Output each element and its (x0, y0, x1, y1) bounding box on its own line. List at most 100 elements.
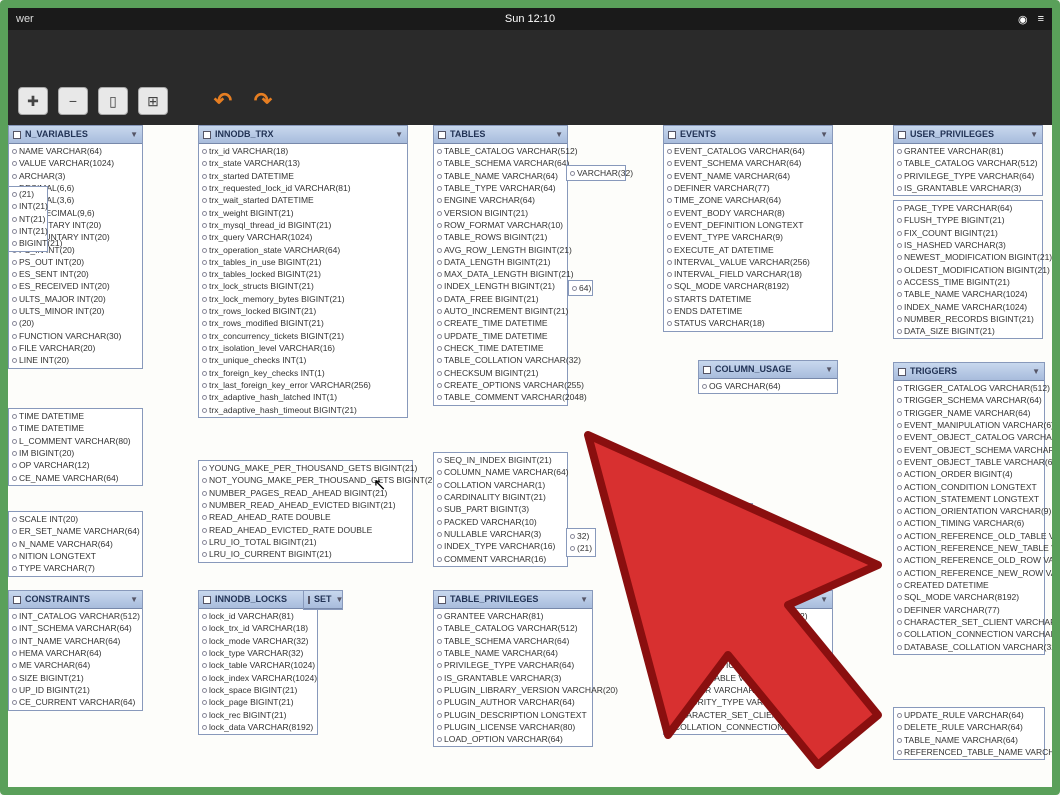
column-row[interactable]: INT_CATALOG VARCHAR(512) (9, 610, 142, 622)
column-row[interactable]: READ_AHEAD_RATE DOUBLE (199, 511, 412, 523)
column-row[interactable]: trx_mysql_thread_id BIGINT(21) (199, 219, 407, 231)
column-row[interactable]: lock_id VARCHAR(81) (199, 610, 317, 622)
column-row[interactable]: FUNCTION VARCHAR(30) (9, 330, 142, 342)
table-column-usage[interactable]: COLUMN_USAGE▼ OG VARCHAR(64) (698, 360, 838, 394)
column-row[interactable]: TIME DATETIME (9, 422, 142, 434)
column-row[interactable]: READ_AHEAD_EVICTED_RATE DOUBLE (199, 524, 412, 536)
column-row[interactable]: DATA_LENGTH BIGINT(21) (434, 256, 567, 268)
column-row[interactable]: trx_concurrency_tickets BIGINT(21) (199, 330, 407, 342)
column-row[interactable]: INT_NAME VARCHAR(64) (9, 635, 142, 647)
column-row[interactable]: SQL_MODE VARCHAR(8192) (894, 591, 1044, 603)
column-row[interactable]: trx_unique_checks INT(1) (199, 354, 407, 366)
column-row[interactable]: IS_HASHED VARCHAR(3) (894, 239, 1042, 251)
column-row[interactable]: TABLE_NAME VARCHAR(64) (434, 647, 592, 659)
column-row[interactable]: NUMBER_READ_AHEAD_EVICTED BIGINT(21) (199, 499, 412, 511)
column-row[interactable]: CHECKSUM BIGINT(21) (434, 367, 567, 379)
column-row[interactable]: ACTION_ORIENTATION VARCHAR(9) (894, 505, 1044, 517)
column-row[interactable]: COLLATION VARCHAR(1) (434, 479, 567, 491)
table-innodb-trx[interactable]: INNODB_TRX▼ trx_id VARCHAR(18)trx_state … (198, 125, 408, 418)
column-row[interactable]: trx_weight BIGINT(21) (199, 207, 407, 219)
column-row[interactable]: SIZE BIGINT(21) (9, 672, 142, 684)
table-innodb-locks[interactable]: INNODB_LOCKS▼ lock_id VARCHAR(81)lock_tr… (198, 590, 318, 735)
column-row[interactable]: REFERENCED_TABLE_NAME VARCHAR (894, 746, 1044, 758)
table-views[interactable]: VIEWS▼ TABLE_CATALOG VARCHAR(512)TABLE_S… (663, 590, 833, 735)
column-row[interactable]: NITION LONGTEXT (9, 550, 142, 562)
table-fragment-4[interactable]: SEQ_IN_INDEX BIGINT(21)COLUMN_NAME VARCH… (433, 452, 568, 567)
column-row[interactable]: EVENT_OBJECT_TABLE VARCHAR(64) (894, 456, 1044, 468)
column-row[interactable]: IS_UPDATABLE VARCHAR(3) (664, 672, 832, 684)
column-row[interactable]: lock_trx_id VARCHAR(18) (199, 622, 317, 634)
column-row[interactable]: CHECK_TIME DATETIME (434, 342, 567, 354)
column-row[interactable]: SECURITY_TYPE VARCHAR(7) (664, 696, 832, 708)
column-row[interactable]: CHARACTER_SET_CLIENT VARCHAR(32) (894, 616, 1044, 628)
column-row[interactable]: ACTION_TIMING VARCHAR(6) (894, 517, 1044, 529)
column-row[interactable]: CHARACTER_SET_CLIENT VARCHAR(32) (664, 709, 832, 721)
column-row[interactable]: LOAD_OPTION VARCHAR(64) (434, 733, 592, 745)
column-row[interactable]: SCALE INT(20) (9, 513, 142, 525)
column-row[interactable]: UPDATE_RULE VARCHAR(64) (894, 709, 1044, 721)
column-row[interactable]: TABLE_COLLATION VARCHAR(32) (434, 354, 567, 366)
column-row[interactable]: trx_adaptive_hash_timeout BIGINT(21) (199, 404, 407, 416)
column-row[interactable]: BIGINT(10) (699, 505, 752, 517)
column-row[interactable]: L_COMMENT VARCHAR(80) (9, 435, 142, 447)
column-row[interactable]: SQL_MODE VARCHAR(8192) (664, 280, 832, 292)
table-fragment-1[interactable]: TIME DATETIMETIME DATETIMEL_COMMENT VARC… (8, 408, 143, 486)
column-row[interactable]: UP_ID BIGINT(21) (9, 684, 142, 696)
column-row[interactable]: EVENT_OBJECT_SCHEMA VARCHAR(64) (894, 444, 1044, 456)
column-row[interactable]: INTERVAL_FIELD VARCHAR(18) (664, 268, 832, 280)
column-row[interactable]: NCED_CO (699, 517, 752, 529)
table-fragment-5[interactable]: PAGE_TYPE VARCHAR(64)FLUSH_TYPE BIGINT(2… (893, 200, 1043, 339)
column-row[interactable]: trx_last_foreign_key_error VARCHAR(256) (199, 379, 407, 391)
table-fragment-side1[interactable]: VARCHAR(32) (566, 165, 626, 181)
column-row[interactable]: trx_isolation_level VARCHAR(16) (199, 342, 407, 354)
column-row[interactable]: lock_page BIGINT(21) (199, 696, 317, 708)
chevron-down-icon[interactable]: ▼ (825, 364, 833, 376)
column-row[interactable]: PRIVILEGE_TYPE VARCHAR(64) (894, 170, 1042, 182)
column-row[interactable]: 64) (569, 282, 592, 294)
chevron-down-icon[interactable]: ▼ (820, 594, 828, 606)
chevron-down-icon[interactable]: ▼ (580, 594, 588, 606)
column-row[interactable]: TABLE_NAME VARCHAR(1024) (894, 288, 1042, 300)
column-row[interactable]: FIX_COUNT BIGINT(21) (894, 227, 1042, 239)
column-row[interactable]: NEWEST_MODIFICATION BIGINT(21) (894, 251, 1042, 263)
column-row[interactable]: ES_RECEIVED INT(20) (9, 280, 142, 292)
column-row[interactable]: trx_id VARCHAR(18) (199, 145, 407, 157)
column-row[interactable]: PLUGIN_AUTHOR VARCHAR(64) (434, 696, 592, 708)
column-row[interactable]: ES_SENT INT(20) (9, 268, 142, 280)
column-row[interactable]: TRIGGER_CATALOG VARCHAR(512) (894, 382, 1044, 394)
table-fragment-3[interactable]: YOUNG_MAKE_PER_THOUSAND_GETS BIGINT(21) N… (198, 460, 413, 563)
table-tables[interactable]: TABLES▼ TABLE_CATALOG VARCHAR(512)TABLE_… (433, 125, 568, 406)
chevron-down-icon[interactable]: ▼ (1030, 129, 1038, 141)
column-row[interactable]: TABLE_CATALOG VARCHAR(512) (434, 622, 592, 634)
column-row[interactable]: STATUS VARCHAR(18) (664, 317, 832, 329)
column-row[interactable]: PLUGIN_DESCRIPTION LONGTEXT (434, 709, 592, 721)
column-row[interactable]: lock_table VARCHAR(1024) (199, 659, 317, 671)
column-row[interactable]: EVENT_SCHEMA VARCHAR(64) (664, 157, 832, 169)
table-fragment-2[interactable]: SCALE INT(20)ER_SET_NAME VARCHAR(64)N_NA… (8, 511, 143, 577)
column-row[interactable]: UPDATE_TIME DATETIME (434, 330, 567, 342)
table-user-privileges[interactable]: USER_PRIVILEGES▼ GRANTEE VARCHAR(81)TABL… (893, 125, 1043, 196)
column-row[interactable]: ROW_FORMAT VARCHAR(10) (434, 219, 567, 231)
column-row[interactable]: TRIGGER_NAME VARCHAR(64) (894, 407, 1044, 419)
column-row[interactable]: CHECK_OPTION VARCHAR(8) (664, 659, 832, 671)
column-row[interactable]: INDEX_LENGTH BIGINT(21) (434, 280, 567, 292)
column-row[interactable]: YOUNG_MAKE_PER_THOUSAND_GETS BIGINT(21) (199, 462, 412, 474)
column-row[interactable]: trx_operation_state VARCHAR(64) (199, 244, 407, 256)
chevron-down-icon[interactable]: ▼ (130, 129, 138, 141)
column-row[interactable]: MAX_DATA_LENGTH BIGINT(21) (434, 268, 567, 280)
column-row[interactable]: TABLE_SCHEMA VARCHAR(64) (434, 635, 592, 647)
column-row[interactable]: COLUMN_NAME VARCHAR(64) (434, 466, 567, 478)
column-row[interactable]: ACTION_REFERENCE_OLD_TABLE VAR (894, 530, 1044, 542)
column-row[interactable]: INT_SCHEMA VARCHAR(64) (9, 622, 142, 634)
table-fragment-side3[interactable]: 64) (568, 280, 593, 296)
column-row[interactable]: INDEX_NAME VARCHAR(1024) (894, 301, 1042, 313)
column-row[interactable]: CARDINALITY BIGINT(21) (434, 491, 567, 503)
column-row[interactable]: trx_state VARCHAR(13) (199, 157, 407, 169)
column-row[interactable]: lock_rec BIGINT(21) (199, 709, 317, 721)
column-row[interactable]: TABLE_CATALOG VARCHAR(512) (894, 157, 1042, 169)
column-row[interactable]: ARCHAR(3) (9, 170, 142, 182)
column-row[interactable]: TABLE_NAME VARCHAR(64) (894, 734, 1044, 746)
column-row[interactable]: LINE INT(20) (9, 354, 142, 366)
column-row[interactable]: COMMENT VARCHAR(16) (434, 553, 567, 565)
column-row[interactable]: trx_requested_lock_id VARCHAR(81) (199, 182, 407, 194)
